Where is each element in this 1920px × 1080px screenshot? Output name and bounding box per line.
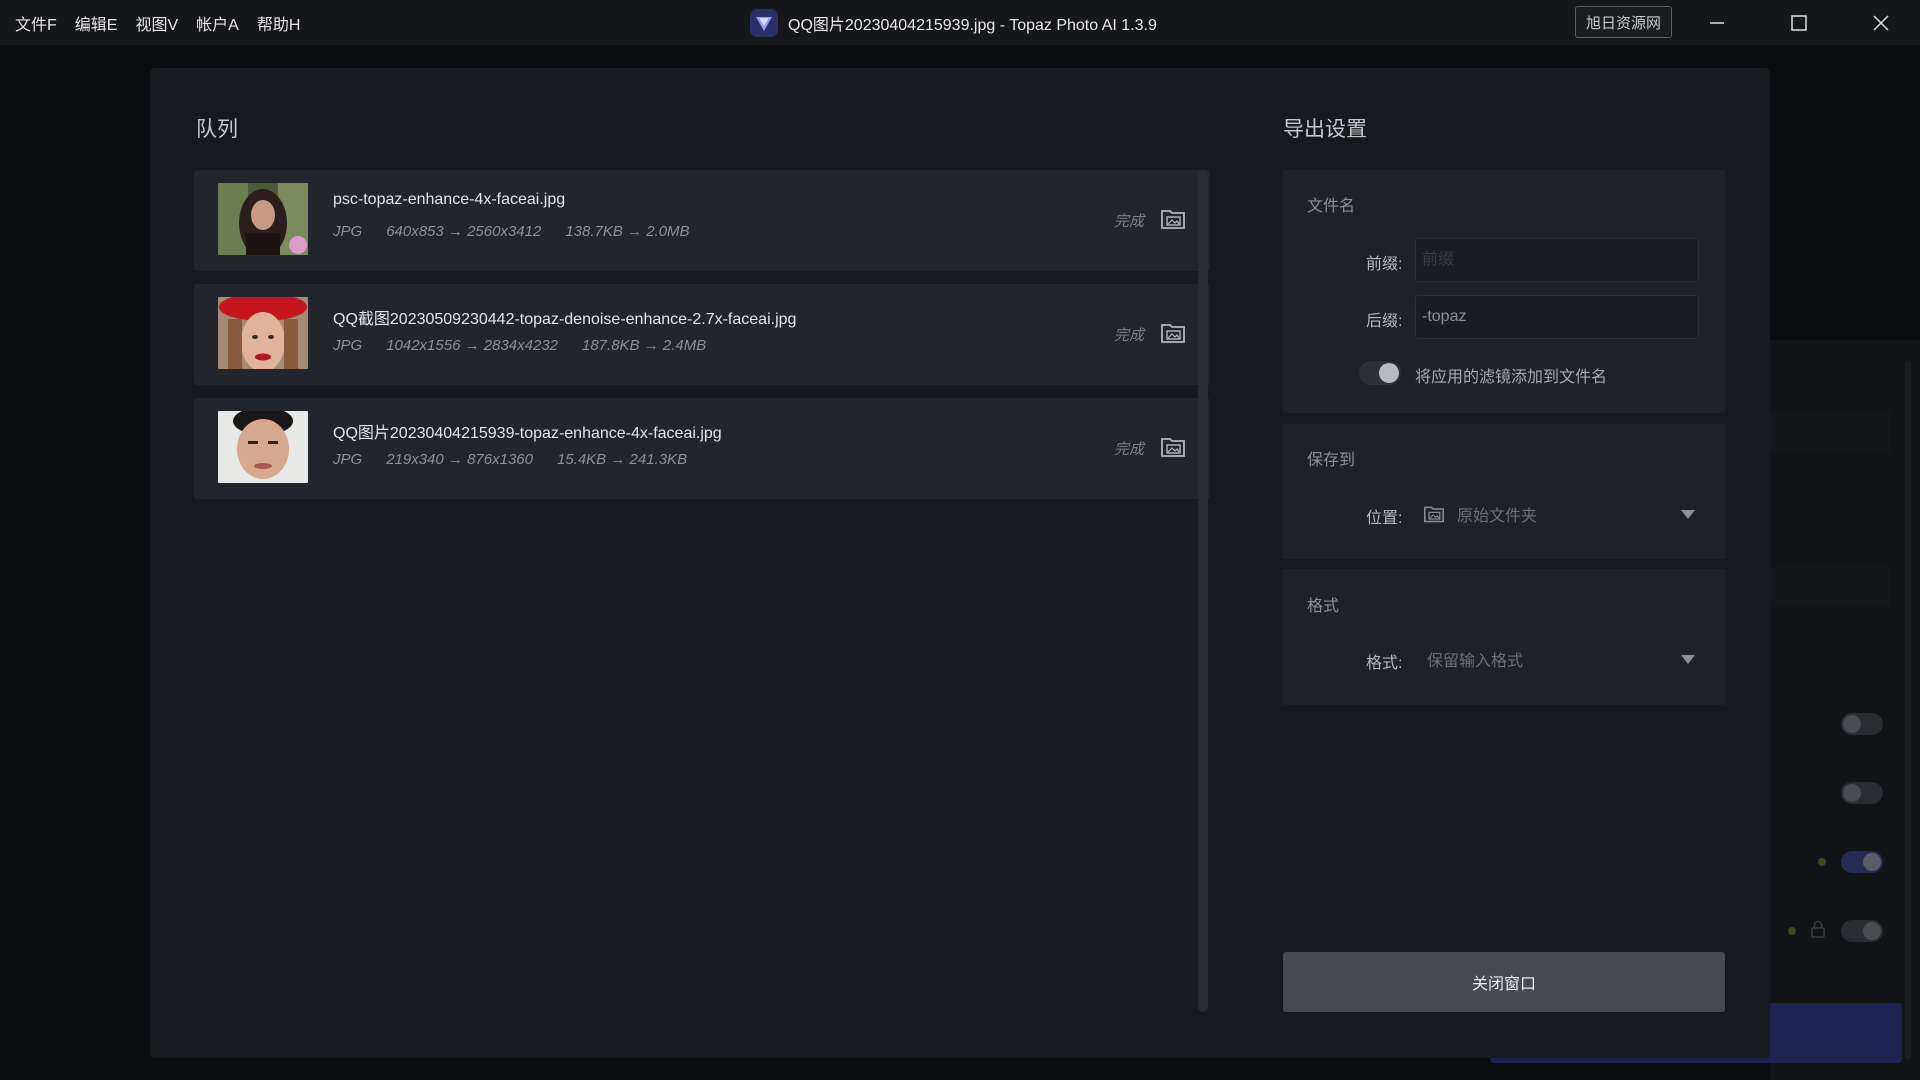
file-size: 138.7KB → 2.0MB bbox=[565, 223, 690, 240]
export-modal: 队列 导出设置 psc-topaz-enhance-4x-faceai.jpg … bbox=[150, 68, 1770, 1058]
background-scrollbar bbox=[1905, 360, 1911, 1060]
menu-help[interactable]: 帮助H bbox=[248, 0, 310, 45]
file-meta: JPG 219x340 → 876x1360 15.4KB → 241.3KB bbox=[333, 451, 687, 468]
queue-item[interactable]: QQ截图20230509230442-topaz-denoise-enhance… bbox=[194, 284, 1210, 385]
location-select[interactable]: 原始文件夹 bbox=[1423, 496, 1703, 532]
append-filters-label: 将应用的滤镜添加到文件名 bbox=[1415, 369, 1608, 386]
save-to-card: 保存到 位置: 原始文件夹 bbox=[1283, 424, 1725, 559]
open-folder-icon[interactable] bbox=[1160, 321, 1186, 345]
menu-file[interactable]: 文件F bbox=[6, 0, 66, 45]
suffix-input[interactable] bbox=[1415, 295, 1699, 339]
filename-section-title: 文件名 bbox=[1307, 198, 1356, 215]
prefix-label: 前缀: bbox=[1366, 256, 1403, 273]
file-meta: JPG 640x853 → 2560x3412 138.7KB → 2.0MB bbox=[333, 223, 690, 240]
export-settings-title: 导出设置 bbox=[1283, 118, 1367, 141]
location-value: 原始文件夹 bbox=[1457, 508, 1538, 525]
background-toggle bbox=[1841, 851, 1883, 873]
queue-scrollbar[interactable] bbox=[1198, 170, 1208, 1012]
file-dimensions: 640x853 → 2560x3412 bbox=[386, 223, 542, 240]
file-meta: JPG 1042x1556 → 2834x4232 187.8KB → 2.4M… bbox=[333, 337, 706, 354]
chevron-down-icon bbox=[1681, 655, 1695, 664]
maximize-icon bbox=[1791, 14, 1807, 31]
open-folder-icon[interactable] bbox=[1160, 207, 1186, 231]
background-toggle bbox=[1841, 713, 1883, 735]
queue-title: 队列 bbox=[196, 118, 238, 141]
save-to-section-title: 保存到 bbox=[1307, 452, 1356, 469]
queue-item[interactable]: psc-topaz-enhance-4x-faceai.jpg JPG 640x… bbox=[194, 170, 1210, 271]
menu-bar: 文件F 编辑E 视图V 帐户A 帮助H bbox=[0, 0, 309, 45]
background-row bbox=[1770, 567, 1890, 607]
close-window-button[interactable] bbox=[1851, 0, 1911, 45]
background-dot bbox=[1818, 858, 1826, 866]
chevron-down-icon bbox=[1681, 510, 1695, 519]
close-dialog-button[interactable]: 关闭窗口 bbox=[1283, 952, 1725, 1012]
title-bar: 文件F 编辑E 视图V 帐户A 帮助H QQ图片20230404215939.j… bbox=[0, 0, 1920, 45]
location-label: 位置: bbox=[1366, 510, 1403, 527]
minimize-icon bbox=[1710, 21, 1724, 24]
lock-icon bbox=[1811, 920, 1825, 938]
append-filters-toggle[interactable] bbox=[1359, 361, 1401, 385]
queue-item[interactable]: QQ图片20230404215939-topaz-enhance-4x-face… bbox=[194, 398, 1210, 499]
file-format: JPG bbox=[333, 451, 363, 468]
file-size: 15.4KB → 241.3KB bbox=[556, 451, 688, 468]
background-row bbox=[1770, 412, 1890, 452]
file-dimensions: 219x340 → 876x1360 bbox=[386, 451, 533, 468]
format-select[interactable]: 保留输入格式 bbox=[1427, 641, 1703, 677]
thumbnail-image bbox=[218, 297, 308, 369]
close-icon bbox=[1873, 14, 1889, 31]
menu-edit[interactable]: 编辑E bbox=[66, 0, 127, 45]
window-title-area: QQ图片20230404215939.jpg - Topaz Photo AI … bbox=[750, 0, 1157, 45]
open-folder-icon[interactable] bbox=[1160, 435, 1186, 459]
format-card: 格式 格式: 保留输入格式 bbox=[1283, 569, 1725, 705]
queue-list: psc-topaz-enhance-4x-faceai.jpg JPG 640x… bbox=[194, 170, 1224, 1012]
prefix-input[interactable] bbox=[1415, 238, 1699, 282]
menu-account[interactable]: 帐户A bbox=[187, 0, 248, 45]
file-name: psc-topaz-enhance-4x-faceai.jpg bbox=[333, 191, 566, 208]
status-label: 完成 bbox=[1113, 441, 1144, 458]
thumbnail-image bbox=[218, 183, 308, 255]
filename-card: 文件名 前缀: 后缀: 将应用的滤镜添加到文件名 bbox=[1283, 170, 1725, 413]
file-format: JPG bbox=[333, 337, 363, 354]
file-format: JPG bbox=[333, 223, 363, 240]
status-label: 完成 bbox=[1113, 213, 1144, 230]
file-name: QQ截图20230509230442-topaz-denoise-enhance… bbox=[333, 311, 797, 328]
file-name: QQ图片20230404215939-topaz-enhance-4x-face… bbox=[333, 425, 722, 442]
maximize-button[interactable] bbox=[1769, 0, 1829, 45]
window-title: QQ图片20230404215939.jpg - Topaz Photo AI … bbox=[788, 16, 1157, 34]
menu-view[interactable]: 视图V bbox=[126, 0, 187, 45]
format-section-title: 格式 bbox=[1307, 598, 1340, 615]
file-dimensions: 1042x1556 → 2834x4232 bbox=[386, 337, 558, 354]
folder-icon bbox=[1424, 506, 1444, 523]
format-value: 保留输入格式 bbox=[1427, 653, 1524, 670]
format-label: 格式: bbox=[1366, 655, 1403, 672]
brand-button[interactable]: 旭日资源网 bbox=[1575, 6, 1672, 38]
background-toggle bbox=[1841, 782, 1883, 804]
thumbnail-image bbox=[218, 411, 308, 483]
background-dot bbox=[1788, 927, 1796, 935]
status-label: 完成 bbox=[1113, 327, 1144, 344]
file-size: 187.8KB → 2.4MB bbox=[582, 337, 707, 354]
minimize-button[interactable] bbox=[1687, 0, 1747, 45]
topaz-logo-icon bbox=[750, 8, 778, 37]
suffix-label: 后缀: bbox=[1366, 313, 1403, 330]
background-toggle bbox=[1841, 920, 1883, 942]
